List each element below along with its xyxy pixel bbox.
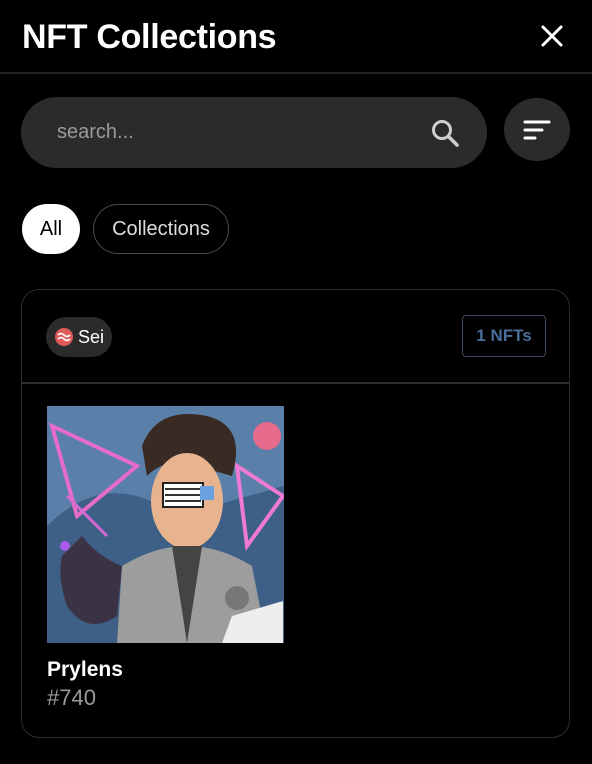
nft-thumbnail[interactable] bbox=[47, 406, 284, 643]
chain-badge[interactable]: Sei bbox=[46, 317, 112, 357]
nft-token-id: #740 bbox=[47, 685, 96, 710]
search-icon[interactable] bbox=[430, 118, 460, 148]
sei-chain-icon bbox=[55, 328, 73, 346]
divider bbox=[22, 382, 569, 384]
nft-count-badge: 1 NFTs bbox=[462, 315, 546, 357]
page-title: NFT Collections bbox=[22, 18, 277, 56]
nft-name: Prylens bbox=[47, 658, 123, 681]
nft-artwork bbox=[47, 406, 284, 643]
sort-icon bbox=[523, 120, 551, 139]
close-button[interactable] bbox=[536, 20, 568, 52]
search-input[interactable] bbox=[57, 97, 417, 168]
collection-card: Sei 1 NFTs Prylens #740 bbox=[21, 289, 570, 738]
tab-collections[interactable]: Collections bbox=[93, 204, 229, 254]
header: NFT Collections bbox=[0, 0, 592, 74]
close-icon bbox=[541, 25, 563, 47]
search-box bbox=[21, 97, 487, 168]
tab-all[interactable]: All bbox=[22, 204, 80, 254]
sort-button[interactable] bbox=[504, 98, 570, 161]
chain-label: Sei bbox=[78, 326, 105, 347]
